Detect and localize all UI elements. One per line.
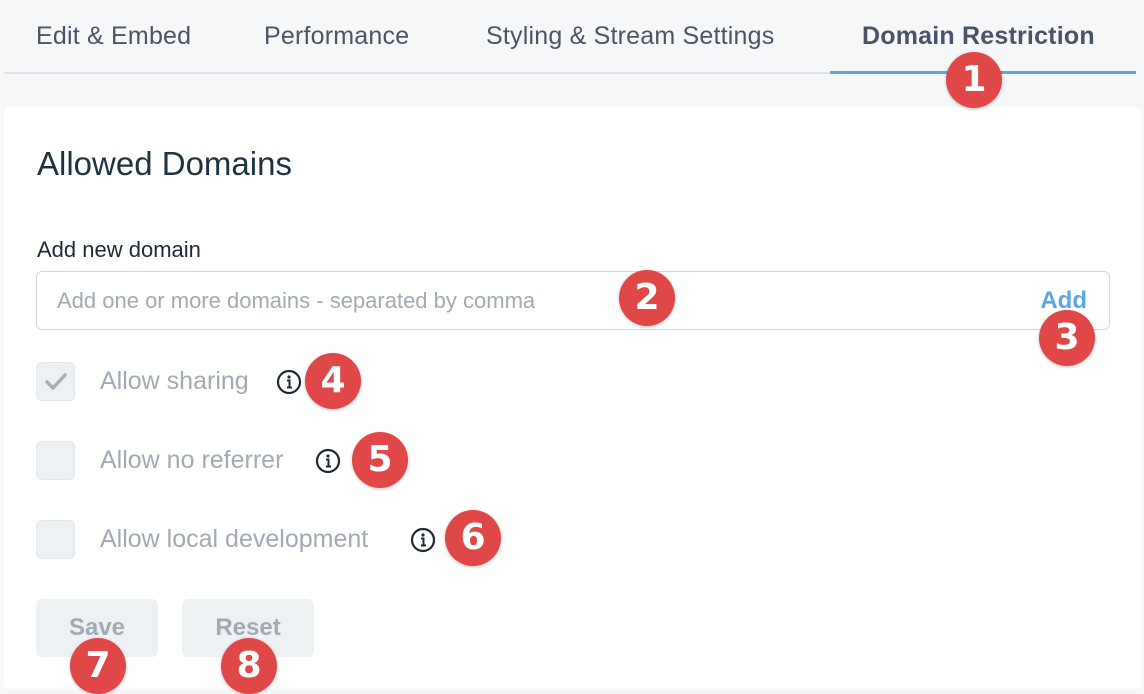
option-allow-no-referrer: Allow no referrer	[36, 441, 376, 483]
annotation-badge-1: 1	[946, 52, 1002, 108]
annotation-badge-5: 5	[352, 432, 408, 488]
option-allow-sharing: Allow sharing	[36, 362, 336, 404]
add-domain-label: Add new domain	[37, 237, 201, 262]
allow-local-development-checkbox[interactable]	[36, 520, 75, 559]
tab-performance[interactable]: Performance	[264, 22, 409, 51]
tab-domain-restriction[interactable]: Domain Restriction	[862, 22, 1095, 51]
domain-input[interactable]	[57, 272, 1017, 329]
annotation-badge-3: 3	[1039, 310, 1095, 366]
checkmark-icon	[45, 373, 67, 390]
section-title: Allowed Domains	[37, 145, 292, 182]
annotation-badge-6: 6	[445, 510, 501, 566]
annotation-badge-2: 2	[619, 270, 675, 326]
annotation-badge-4: 4	[305, 353, 361, 409]
domain-restriction-panel: Allowed Domains Add new domain Add Allow…	[4, 107, 1142, 689]
annotation-badge-8: 8	[221, 638, 277, 694]
domain-input-wrapper: Add	[36, 271, 1110, 330]
info-circle-icon[interactable]	[276, 369, 302, 395]
allow-no-referrer-checkbox[interactable]	[36, 441, 75, 480]
allow-sharing-checkbox[interactable]	[36, 362, 75, 401]
info-circle-icon[interactable]	[315, 448, 341, 474]
tab-edit-embed[interactable]: Edit & Embed	[36, 22, 191, 51]
allow-local-development-label: Allow local development	[100, 525, 369, 553]
option-allow-local-development: Allow local development	[36, 520, 456, 562]
allow-sharing-label: Allow sharing	[100, 367, 249, 395]
allow-no-referrer-label: Allow no referrer	[100, 446, 284, 474]
annotation-badge-7: 7	[70, 638, 126, 694]
info-circle-icon[interactable]	[410, 527, 436, 553]
tab-styling-stream-settings[interactable]: Styling & Stream Settings	[486, 22, 774, 51]
